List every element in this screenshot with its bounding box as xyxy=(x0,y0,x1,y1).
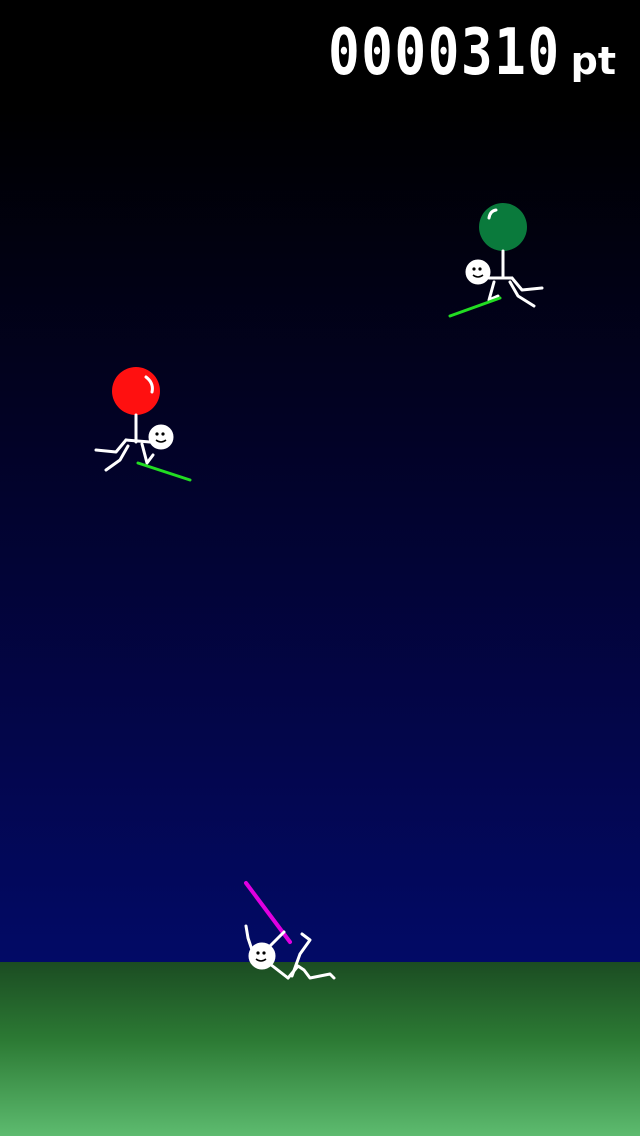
red-balloon-enemy[interactable] xyxy=(94,367,192,482)
eye xyxy=(472,267,476,271)
enemy-head xyxy=(148,424,174,450)
game-scene xyxy=(94,203,544,980)
eye xyxy=(478,267,482,271)
eye xyxy=(161,432,165,436)
enemy-stick-figure xyxy=(465,249,544,308)
eye xyxy=(155,432,159,436)
green-balloon[interactable] xyxy=(479,203,527,251)
enemy-head xyxy=(465,259,491,285)
green-balloon-enemy[interactable] xyxy=(448,203,544,318)
enemy-lance xyxy=(136,461,192,482)
enemy-lance xyxy=(448,296,502,318)
eye xyxy=(262,951,266,955)
eye xyxy=(256,951,260,955)
player-stick-figure[interactable] xyxy=(244,881,336,980)
